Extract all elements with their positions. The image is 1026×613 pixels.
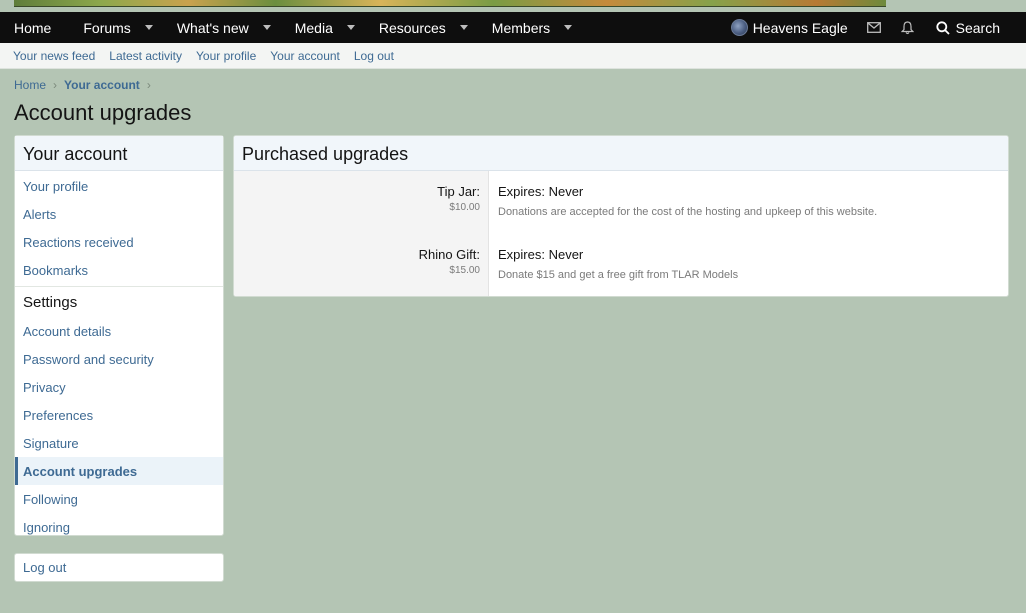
nav-resources[interactable]: Resources [367,12,480,43]
upgrade-label-cell: Tip Jar: $10.00 [234,171,489,234]
upgrade-price: $15.00 [449,265,480,276]
upgrade-body-cell: Expires: Never Donate $15 and get a free… [489,234,1008,296]
alerts-button[interactable] [891,12,924,43]
page-title: Account upgrades [14,100,192,125]
subnav-your-profile[interactable]: Your profile [196,49,256,63]
bell-icon [900,20,914,34]
caret-down-icon[interactable] [564,25,573,30]
purchased-upgrades-block: Purchased upgrades Tip Jar: $10.00 Expir… [233,135,1009,297]
sidebar-item-ignoring[interactable]: Ignoring [15,513,223,541]
upgrade-expires: Expires: Never [498,184,584,199]
nav-home[interactable]: Home [0,12,71,43]
nav-media[interactable]: Media [283,12,367,43]
username: Heavens Eagle [752,19,848,36]
sidebar-item-signature[interactable]: Signature [15,429,223,457]
conversations-button[interactable] [858,12,891,43]
upgrade-description: Donations are accepted for the cost of t… [498,206,878,218]
sidebar-item-privacy[interactable]: Privacy [15,373,223,401]
sidebar-item-account-upgrades[interactable]: Account upgrades [15,457,223,485]
subnav-your-account[interactable]: Your account [270,49,340,63]
sidebar-item-alerts[interactable]: Alerts [15,200,223,228]
purchased-upgrades-title: Purchased upgrades [234,136,1008,171]
sub-navigation: Your news feed Latest activity Your prof… [0,43,1026,69]
subnav-latest-activity[interactable]: Latest activity [109,49,182,63]
nav-forums-label: Forums [83,19,131,36]
chevron-right-icon: › [146,78,151,92]
main-navbar: Home Forums What's new Media Resources M… [0,12,1026,43]
nav-home-label: Home [14,19,52,36]
sidebar-item-account-details[interactable]: Account details [15,317,223,345]
sidebar-item-password-security[interactable]: Password and security [15,345,223,373]
upgrade-label-cell: Rhino Gift: $15.00 [234,234,489,296]
search-label: Search [955,19,1000,36]
nav-whats-new-label: What's new [176,19,249,36]
nav-media-label: Media [294,19,333,36]
caret-down-icon[interactable] [346,25,355,30]
breadcrumb-home[interactable]: Home [14,78,46,92]
nav-forums[interactable]: Forums [71,12,164,43]
upgrade-body-cell: Expires: Never Donations are accepted fo… [489,171,1008,234]
upgrade-row: Tip Jar: $10.00 Expires: Never Donations… [234,171,1008,234]
user-menu-link[interactable]: Heavens Eagle [723,12,858,43]
upgrade-title: Tip Jar: [437,184,480,199]
breadcrumb: Home › Your account › [14,78,158,92]
sidebar-item-preferences[interactable]: Preferences [15,401,223,429]
upgrade-expires: Expires: Never [498,247,584,262]
caret-down-icon[interactable] [262,25,271,30]
subnav-log-out[interactable]: Log out [354,49,394,63]
subnav-news-feed[interactable]: Your news feed [13,49,95,63]
sidebar-item-reactions-received[interactable]: Reactions received [15,228,223,256]
upgrade-title: Rhino Gift: [418,247,480,262]
sidebar-logout-button[interactable]: Log out [14,553,224,582]
nav-members-label: Members [491,19,551,36]
caret-down-icon[interactable] [144,25,153,30]
sidebar-item-bookmarks[interactable]: Bookmarks [15,256,223,284]
sidebar-item-following[interactable]: Following [15,485,223,513]
envelope-icon [867,22,882,33]
search-button[interactable]: Search [924,12,1026,43]
account-sidebar: Your account Your profile Alerts Reactio… [14,135,224,536]
top-banner [0,0,1026,12]
upgrade-price: $10.00 [449,202,480,213]
sidebar-title: Your account [15,136,223,171]
chevron-right-icon: › [53,78,58,92]
upgrade-description: Donate $15 and get a free gift from TLAR… [498,269,739,281]
banner-image [14,0,886,7]
breadcrumb-your-account[interactable]: Your account [64,78,140,92]
upgrade-row: Rhino Gift: $15.00 Expires: Never Donate… [234,234,1008,296]
nav-members[interactable]: Members [480,12,584,43]
sidebar-settings-heading: Settings [15,286,223,317]
nav-user-area: Heavens Eagle Search [723,12,1026,43]
search-icon [936,20,950,35]
sidebar-item-your-profile[interactable]: Your profile [15,172,223,200]
nav-whats-new[interactable]: What's new [165,12,283,43]
sidebar-logout-label: Log out [23,560,67,575]
avatar [730,19,748,36]
caret-down-icon[interactable] [459,25,468,30]
nav-resources-label: Resources [378,19,446,36]
